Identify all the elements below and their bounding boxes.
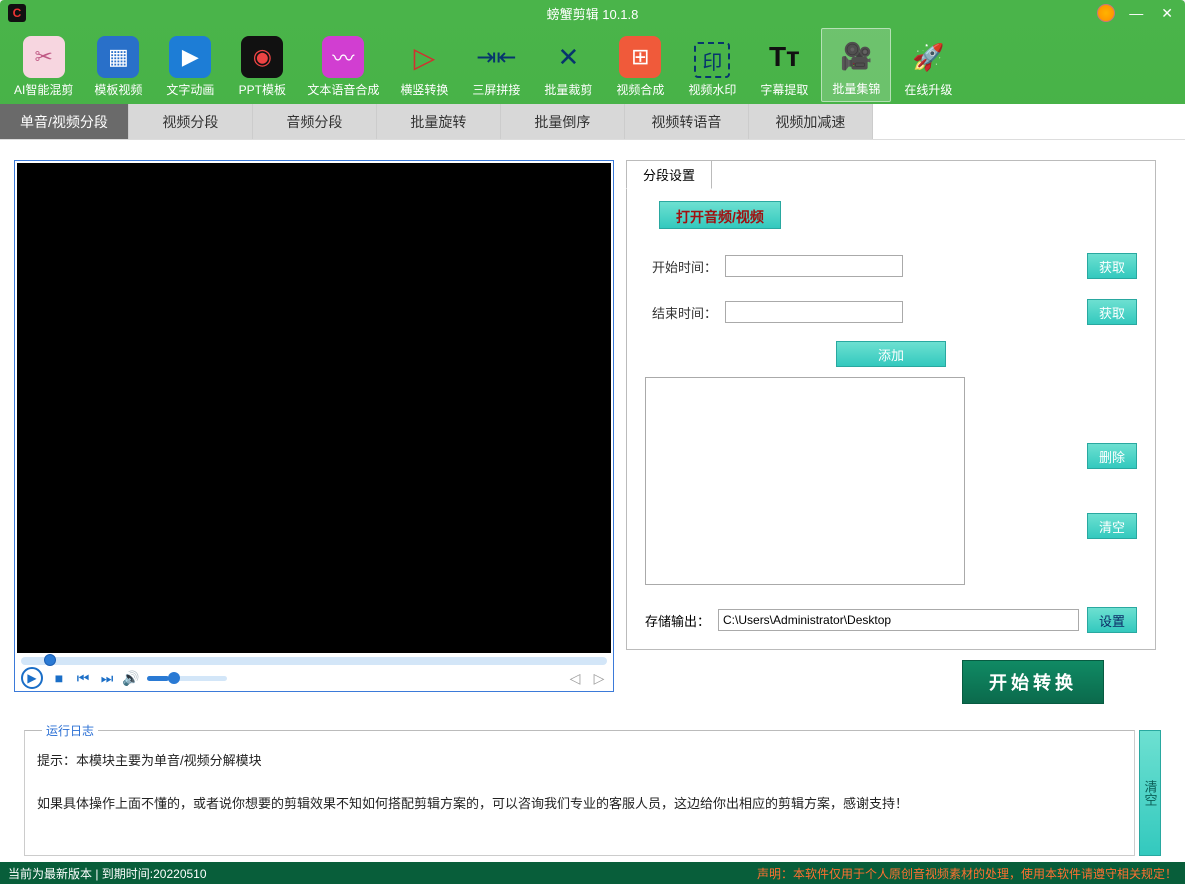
rocket-icon: 🚀 [907, 36, 949, 78]
add-button[interactable]: 添加 [836, 341, 946, 367]
tool-label: 模板视频 [94, 81, 142, 98]
tool-tts[interactable]: 〰 文本语音合成 [299, 28, 387, 102]
template-icon: ▦ [97, 36, 139, 78]
tool-3screen[interactable]: ⇥⇤ 三屏拼接 [461, 28, 531, 102]
log-line: 提示：本模块主要为单音/视频分解模块 [37, 749, 1122, 774]
tool-video-compose[interactable]: ⊞ 视频合成 [605, 28, 675, 102]
settings-button[interactable]: 设置 [1087, 607, 1137, 633]
log-line: 如果具体操作上面不懂的，或者说你想要的剪辑效果不知如何搭配剪辑方案的，可以咨询我… [37, 792, 1122, 817]
tool-subtitle-extract[interactable]: Tᴛ 字幕提取 [749, 28, 819, 102]
seek-knob[interactable] [44, 654, 56, 666]
tab-video-speed[interactable]: 视频加减速 [749, 104, 873, 139]
tool-label: AI智能混剪 [14, 81, 73, 98]
tab-video-segment[interactable]: 视频分段 [129, 104, 253, 139]
play-icon: ▶ [169, 36, 211, 78]
tool-label: 批量裁剪 [544, 81, 592, 98]
clear-button[interactable]: 清空 [1087, 513, 1137, 539]
tool-batch-highlight[interactable]: 🎥 批量集锦 [821, 28, 891, 102]
tab-audio-segment[interactable]: 音频分段 [253, 104, 377, 139]
tool-ai-mix[interactable]: ✂ AI智能混剪 [6, 28, 81, 102]
video-preview-panel: ▶ ■ ⏮ ⏭ 🔊 ◁ ▷ [14, 160, 614, 692]
volume-icon[interactable]: 🔊 [123, 670, 139, 686]
tool-label: 三屏拼接 [472, 81, 520, 98]
tool-label: 文字动画 [166, 81, 214, 98]
medal-icon[interactable] [1097, 4, 1115, 22]
tool-label: 批量集锦 [832, 80, 880, 97]
wave-icon: 〰 [322, 36, 364, 78]
tab-batch-rotate[interactable]: 批量旋转 [377, 104, 501, 139]
status-version: 当前为最新版本 | 到期时间:20220510 [8, 865, 207, 882]
end-time-label: 结束时间： [645, 303, 717, 322]
output-label: 存储输出： [645, 611, 710, 630]
tool-text-anim[interactable]: ▶ 文字动画 [155, 28, 225, 102]
end-time-input[interactable] [725, 301, 903, 323]
grid-icon: ⊞ [619, 36, 661, 78]
split-icon: ⇥⇤ [475, 36, 517, 78]
start-convert-button[interactable]: 开始转换 [962, 660, 1104, 704]
volume-knob[interactable] [168, 672, 180, 684]
app-logo-icon: C [8, 4, 26, 22]
tool-label: 横竖转换 [400, 81, 448, 98]
tool-label: 视频水印 [688, 81, 736, 98]
tab-batch-reverse[interactable]: 批量倒序 [501, 104, 625, 139]
tool-label: 视频合成 [616, 81, 664, 98]
mini-prev-icon[interactable]: ◁ [567, 670, 583, 686]
play-button[interactable]: ▶ [21, 667, 43, 689]
mini-next-icon[interactable]: ▷ [591, 670, 607, 686]
rotate-icon: ▷ [403, 36, 445, 78]
next-button[interactable]: ⏭ [99, 670, 115, 686]
text-icon: Tᴛ [763, 36, 805, 78]
delete-button[interactable]: 删除 [1087, 443, 1137, 469]
open-media-button[interactable]: 打开音频/视频 [659, 201, 781, 229]
tool-rotate[interactable]: ▷ 横竖转换 [389, 28, 459, 102]
tab-single-segment[interactable]: 单音/视频分段 [0, 104, 129, 139]
prev-button[interactable]: ⏮ [75, 670, 91, 686]
tool-label: 在线升级 [904, 81, 952, 98]
stop-button[interactable]: ■ [51, 670, 67, 686]
video-canvas[interactable] [17, 163, 611, 653]
statusbar: 当前为最新版本 | 到期时间:20220510 声明：本软件仅用于个人原创音视频… [0, 862, 1185, 884]
output-path-input[interactable] [718, 609, 1079, 631]
window-title: 螃蟹剪辑 10.1.8 [547, 4, 639, 23]
camera-icon: 🎥 [835, 35, 877, 77]
stamp-icon: 印 [694, 42, 730, 78]
record-icon: ◉ [241, 36, 283, 78]
volume-slider[interactable] [147, 676, 227, 681]
log-title: 运行日志 [42, 722, 98, 739]
scissors-icon: ✂ [23, 36, 65, 78]
get-start-button[interactable]: 获取 [1087, 253, 1137, 279]
tool-label: PPT模板 [239, 81, 286, 98]
log-panel: 运行日志 提示：本模块主要为单音/视频分解模块 如果具体操作上面不懂的，或者说你… [24, 730, 1161, 856]
tab-video-to-audio[interactable]: 视频转语音 [625, 104, 749, 139]
crop-icon: ✕ [547, 36, 589, 78]
segment-list[interactable] [645, 377, 965, 585]
tool-template-video[interactable]: ▦ 模板视频 [83, 28, 153, 102]
get-end-button[interactable]: 获取 [1087, 299, 1137, 325]
tool-upgrade[interactable]: 🚀 在线升级 [893, 28, 963, 102]
start-time-input[interactable] [725, 255, 903, 277]
log-textarea[interactable]: 提示：本模块主要为单音/视频分解模块 如果具体操作上面不懂的，或者说你想要的剪辑… [24, 730, 1135, 856]
start-time-label: 开始时间： [645, 257, 717, 276]
titlebar: C 螃蟹剪辑 10.1.8 — ✕ [0, 0, 1185, 26]
tool-label: 文本语音合成 [307, 81, 379, 98]
tool-batch-crop[interactable]: ✕ 批量裁剪 [533, 28, 603, 102]
clear-log-button[interactable]: 清空 [1139, 730, 1161, 856]
status-disclaimer: 声明：本软件仅用于个人原创音视频素材的处理，使用本软件请遵守相关规定！ [757, 865, 1177, 882]
close-button[interactable]: ✕ [1157, 5, 1177, 22]
main-toolbar: ✂ AI智能混剪 ▦ 模板视频 ▶ 文字动画 ◉ PPT模板 〰 文本语音合成 … [0, 26, 1185, 104]
minimize-button[interactable]: — [1125, 5, 1147, 21]
tool-watermark[interactable]: 印 视频水印 [677, 28, 747, 102]
segment-settings-panel: 分段设置 打开音频/视频 开始时间： 获取 结束时间： [626, 160, 1156, 650]
tool-ppt-template[interactable]: ◉ PPT模板 [227, 28, 297, 102]
seek-slider[interactable] [21, 657, 607, 665]
panel-tab-title: 分段设置 [626, 160, 712, 189]
tool-label: 字幕提取 [760, 81, 808, 98]
sub-tabs: 单音/视频分段 视频分段 音频分段 批量旋转 批量倒序 视频转语音 视频加减速 [0, 104, 1185, 140]
